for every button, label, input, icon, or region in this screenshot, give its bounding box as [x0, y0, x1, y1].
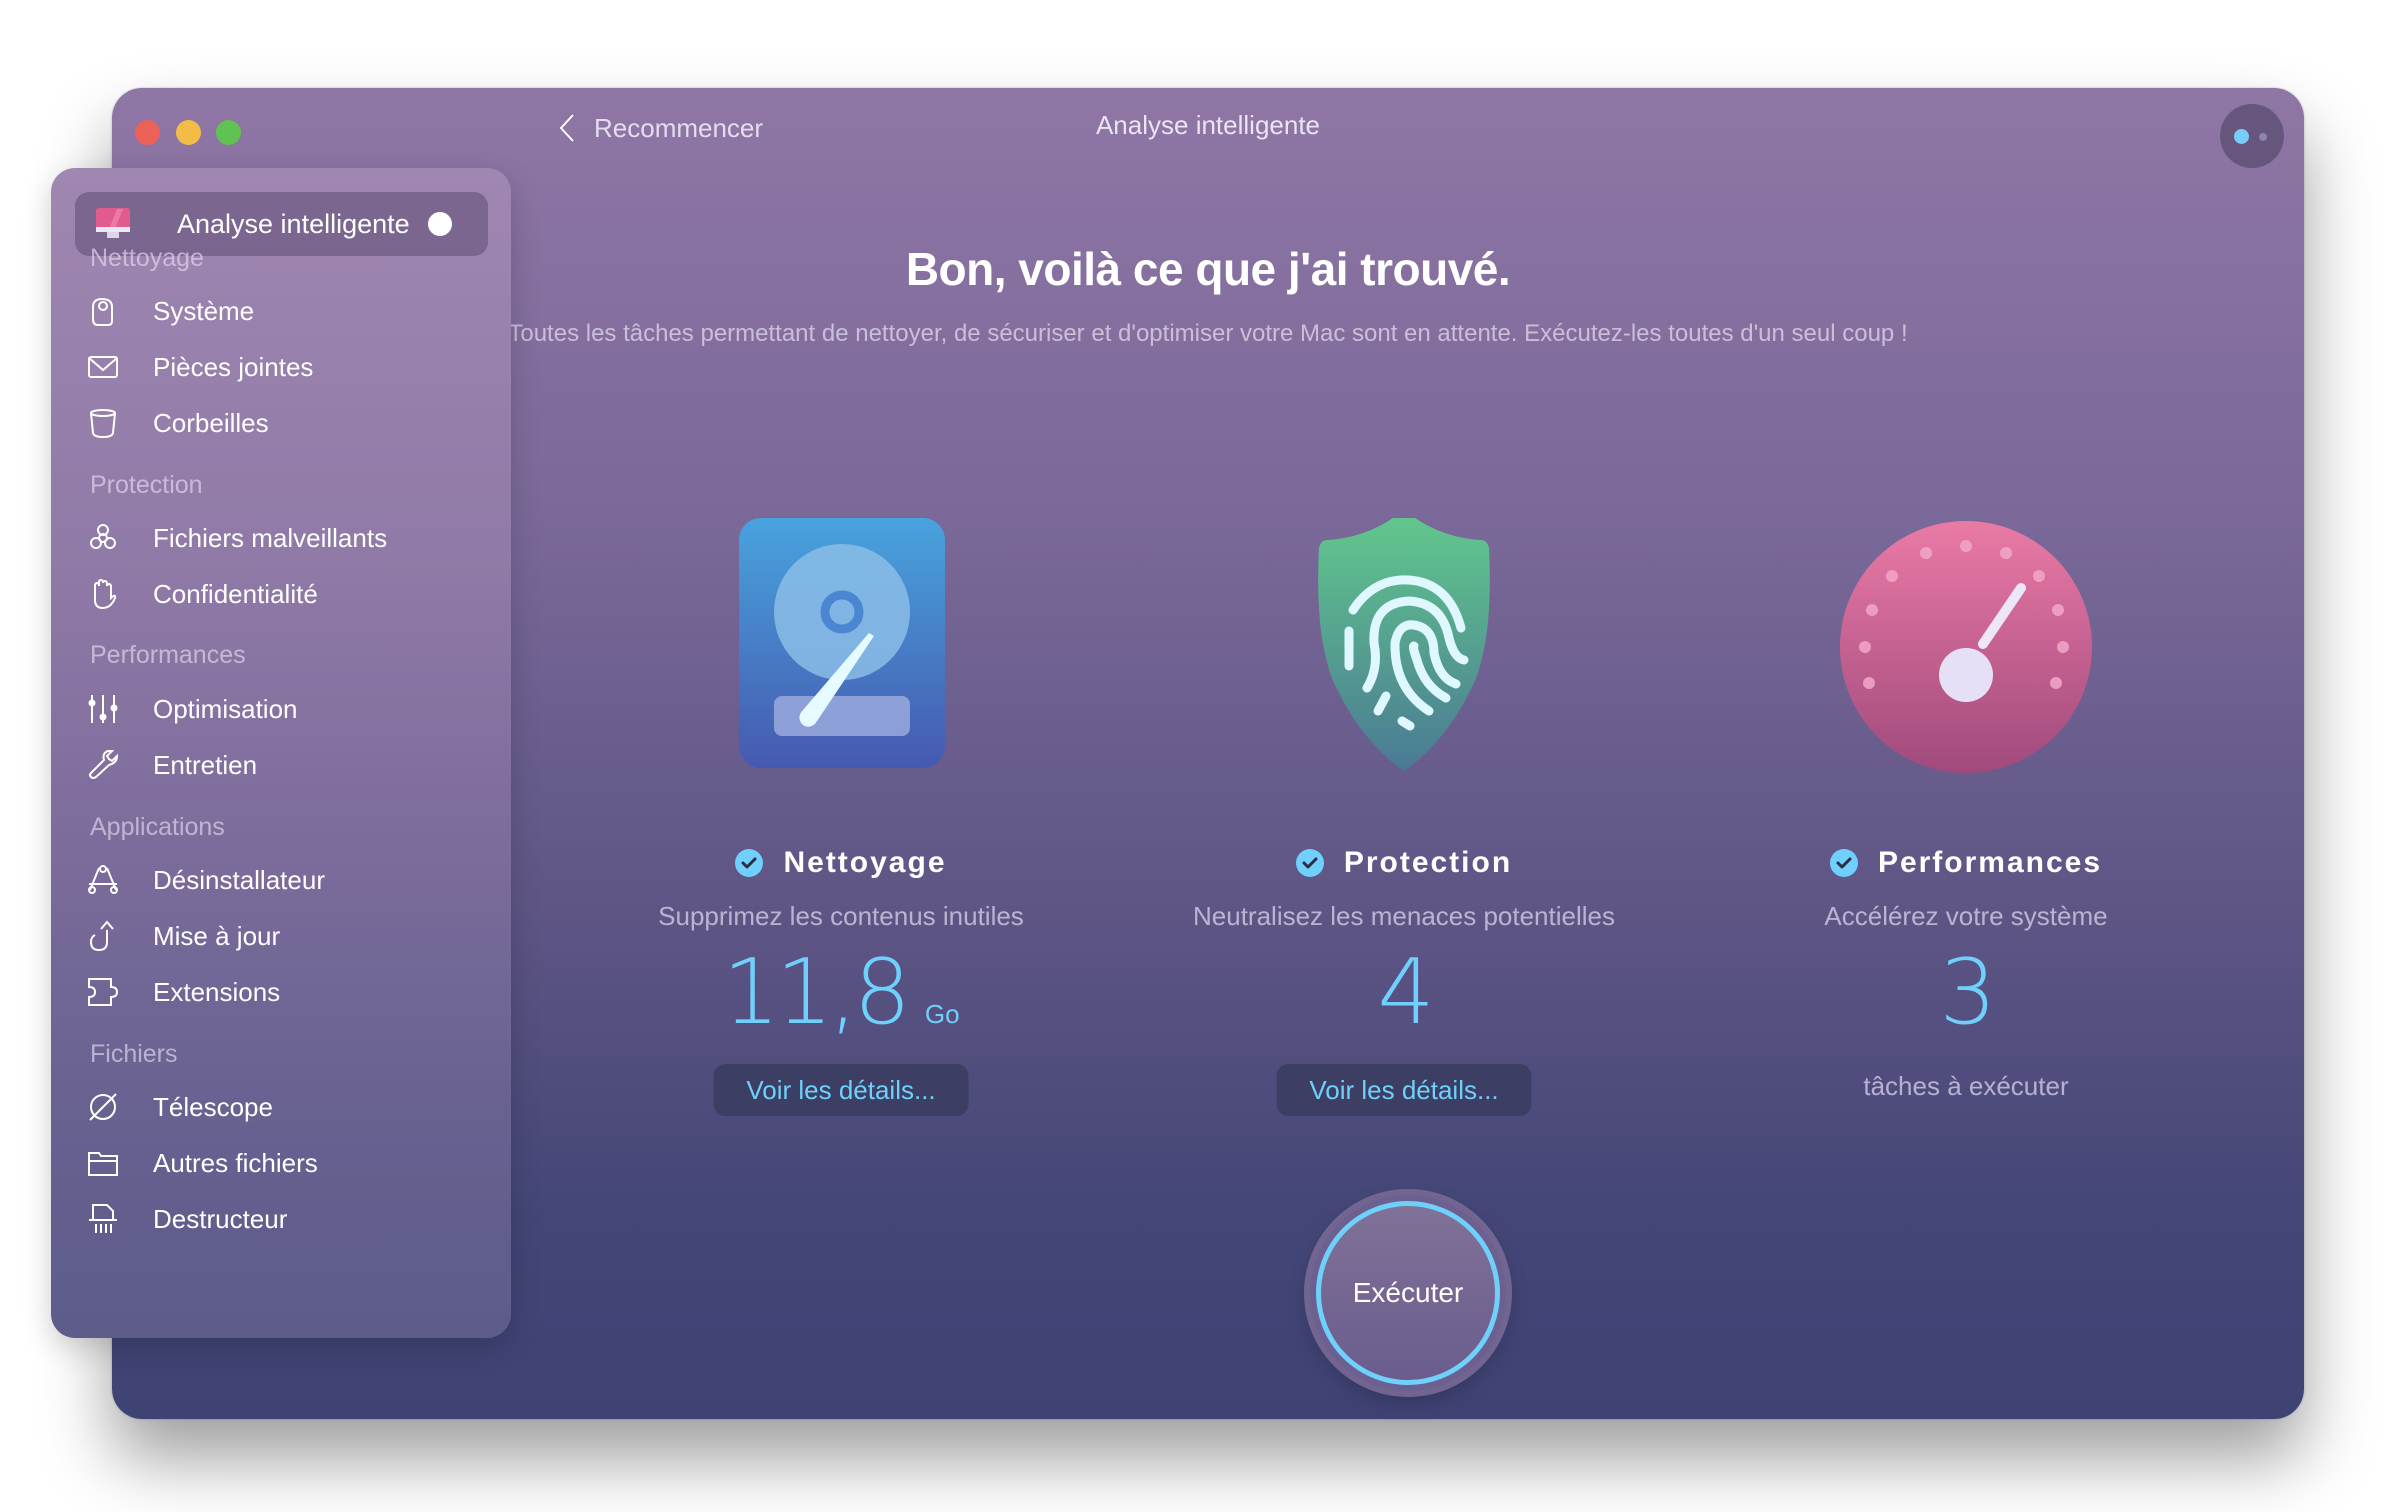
- imac-icon: [96, 208, 130, 238]
- sidebar-item-label: Optimisation: [153, 693, 298, 724]
- sidebar-section-performance: Performances: [90, 641, 246, 669]
- sidebar-item-trash[interactable]: Corbeilles: [75, 399, 488, 447]
- window-title: Analyse intelligente: [1095, 110, 1321, 140]
- assistant-dot-icon: [2234, 129, 2249, 144]
- cleanup-size-unit: Go: [924, 999, 960, 1029]
- cleanup-card-title: Nettoyage: [783, 846, 947, 879]
- system-junk-icon: [92, 297, 113, 326]
- cleanup-card-value: 11,8 Go: [541, 940, 1141, 1045]
- run-button-label: Exécuter: [1352, 1277, 1464, 1308]
- sidebar-item-label: Désinstallateur: [153, 864, 325, 895]
- sidebar-item-label: Système: [153, 295, 255, 326]
- shredder-icon: [89, 1204, 117, 1233]
- assistant-button[interactable]: [2220, 104, 2284, 168]
- sidebar-item-label: Confidentialité: [153, 578, 318, 609]
- sidebar-item-label: Pièces jointes: [153, 351, 314, 382]
- sidebar-section-files: Fichiers: [90, 1040, 178, 1068]
- sidebar-item-system[interactable]: Système: [75, 287, 488, 335]
- sidebar-item-shredder[interactable]: Destructeur: [75, 1195, 488, 1243]
- update-arrow-icon: [89, 920, 114, 952]
- protection-details-button[interactable]: Voir les détails...: [1276, 1064, 1532, 1116]
- protection-card-title: Protection: [1343, 846, 1513, 879]
- sidebar-item-label: Entretien: [153, 749, 258, 780]
- sidebar-item-label: Destructeur: [153, 1203, 288, 1234]
- checkmark-icon: [1295, 849, 1324, 877]
- sidebar-item-optimization[interactable]: Optimisation: [75, 685, 488, 733]
- performance-card: Performances Accélérez votre système 3 t…: [1666, 518, 2266, 1101]
- cleanup-card: Nettoyage Supprimez les contenus inutile…: [541, 518, 1141, 1116]
- protection-card-description: Neutralisez les menaces potentielles: [1193, 901, 1615, 931]
- mail-icon: [88, 356, 118, 378]
- performance-card-title: Performances: [1877, 846, 2103, 879]
- sidebar: Analyse intelligente Nettoyage Système P…: [51, 168, 511, 1338]
- run-button[interactable]: Exécuter: [1310, 1195, 1506, 1391]
- checkmark-icon: [1829, 849, 1858, 877]
- puzzle-icon: [88, 978, 119, 1006]
- sidebar-item-updater[interactable]: Mise à jour: [75, 912, 488, 960]
- sidebar-section-protection: Protection: [90, 471, 203, 499]
- planet-icon: [89, 1093, 117, 1121]
- sidebar-item-maintenance[interactable]: Entretien: [75, 741, 488, 789]
- assistant-dot-small-icon: [2259, 133, 2267, 141]
- performance-task-caption: tâches à exécuter: [1863, 1071, 2069, 1101]
- speed-gauge-icon: [1836, 518, 2096, 778]
- sidebar-item-other-files[interactable]: Autres fichiers: [75, 1139, 488, 1187]
- active-indicator-dot: [428, 212, 452, 236]
- sliders-icon: [88, 695, 118, 723]
- biohazard-icon: [90, 524, 116, 549]
- sidebar-section-applications: Applications: [90, 813, 225, 841]
- hard-disk-icon: [711, 518, 971, 778]
- sidebar-item-label: Fichiers malveillants: [153, 522, 388, 553]
- app-uninstaller-icon: [88, 865, 118, 894]
- sidebar-item-space-lens[interactable]: Télescope: [75, 1083, 488, 1131]
- sidebar-item-privacy[interactable]: Confidentialité: [75, 570, 488, 618]
- wrench-icon: [89, 750, 119, 779]
- sidebar-item-label: Corbeilles: [153, 407, 269, 438]
- checkmark-icon: [735, 849, 764, 877]
- cleanup-card-description: Supprimez les contenus inutiles: [658, 901, 1024, 931]
- fingerprint-shield-icon: [1274, 510, 1534, 778]
- sidebar-item-attachments[interactable]: Pièces jointes: [75, 343, 488, 391]
- cleanup-details-button[interactable]: Voir les détails...: [713, 1064, 969, 1116]
- sidebar-item-label: Mise à jour: [153, 920, 281, 951]
- protection-card: Protection Neutralisez les menaces poten…: [1104, 510, 1704, 1116]
- performance-card-description: Accélérez votre système: [1824, 901, 2108, 931]
- sidebar-item-extensions[interactable]: Extensions: [75, 968, 488, 1016]
- sidebar-item-label: Analyse intelligente: [177, 208, 410, 239]
- performance-task-count: 3: [1939, 940, 1996, 1045]
- sidebar-item-label: Extensions: [153, 976, 281, 1007]
- protection-threat-count: 4: [1377, 940, 1434, 1045]
- sidebar-item-malware[interactable]: Fichiers malveillants: [75, 514, 488, 562]
- sidebar-item-label: Télescope: [153, 1091, 273, 1122]
- folder-icon: [88, 1152, 118, 1176]
- hand-icon: [94, 578, 117, 610]
- cleanup-size-value: 11,8: [722, 940, 910, 1045]
- sidebar-section-cleanup: Nettoyage: [90, 244, 204, 272]
- sidebar-item-uninstaller[interactable]: Désinstallateur: [75, 856, 488, 904]
- sidebar-item-label: Autres fichiers: [153, 1147, 318, 1178]
- trash-bin-icon: [90, 409, 116, 439]
